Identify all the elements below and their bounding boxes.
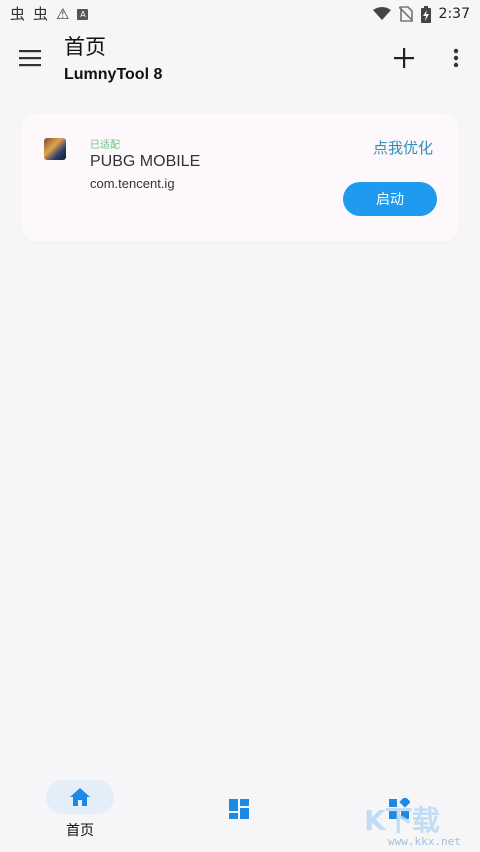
bug-icon: 虫 — [33, 4, 49, 23]
a-badge-icon: A — [77, 8, 89, 20]
game-card[interactable]: 已适配 PUBG MOBILE com.tencent.ig 点我优化 启动 — [21, 114, 459, 242]
app-bar: 首页 LumnyTool 8 — [0, 28, 480, 92]
game-name: PUBG MOBILE — [90, 153, 201, 170]
adapted-status: 已适配 — [90, 140, 120, 151]
menu-icon — [19, 50, 41, 67]
watermark-url: www.kkx.net — [388, 835, 461, 848]
app-subtitle: LumnyTool 8 — [64, 66, 163, 83]
optimize-link[interactable]: 点我优化 — [373, 137, 433, 158]
nav-item-dashboard[interactable] — [180, 778, 300, 848]
dashboard-icon-wrap — [228, 798, 252, 822]
status-left-icons: 虫 虫 ⚠ A — [10, 4, 89, 23]
wifi-icon — [372, 7, 391, 20]
nav-item-home[interactable]: 首页 — [20, 778, 140, 848]
watermark-logo: K下载 — [364, 804, 440, 837]
pubg-app-icon — [44, 138, 66, 160]
no-sim-icon — [398, 6, 413, 22]
add-button[interactable] — [388, 42, 420, 74]
home-icon — [70, 788, 90, 806]
status-time: 2:37 — [438, 6, 470, 22]
add-icon — [394, 48, 414, 68]
dashboard-icon — [229, 799, 249, 819]
watermark: K下载 www.kkx.net — [360, 795, 480, 852]
more-vert-icon — [453, 48, 459, 68]
status-right-icons: 2:37 — [372, 5, 470, 23]
warning-icon: ⚠ — [56, 4, 70, 23]
battery-charging-icon — [420, 5, 431, 23]
launch-button[interactable]: 启动 — [343, 182, 437, 216]
nav-active-indicator — [46, 780, 114, 814]
status-bar: 虫 虫 ⚠ A 2:37 — [0, 0, 480, 28]
page-title: 首页 — [64, 35, 106, 59]
app-bar-titles: 首页 LumnyTool 8 — [64, 34, 162, 86]
package-name: com.tencent.ig — [90, 176, 175, 191]
nav-label-home: 首页 — [66, 823, 94, 839]
bug-icon: 虫 — [10, 4, 26, 23]
menu-button[interactable] — [14, 42, 46, 74]
more-options-button[interactable] — [444, 42, 468, 74]
